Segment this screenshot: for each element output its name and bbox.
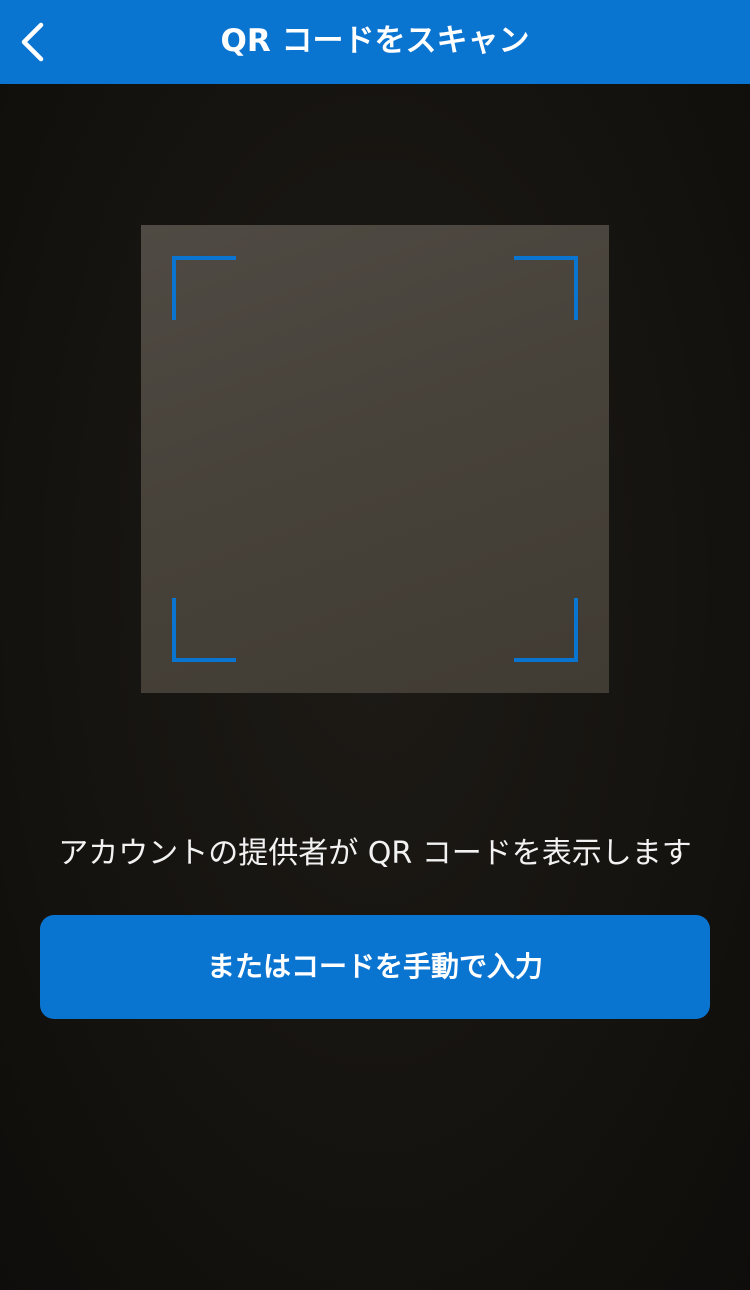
scan-frame-corner-top-left (172, 256, 236, 320)
chevron-left-icon (19, 22, 45, 62)
camera-viewfinder (141, 225, 609, 693)
back-button[interactable] (8, 12, 56, 72)
qr-scan-screen: QR コードをスキャン アカウントの提供者が QR コードを表示します またはコ… (0, 0, 750, 1290)
manual-entry-button[interactable]: またはコードを手動で入力 (40, 915, 710, 1019)
instruction-text: アカウントの提供者が QR コードを表示します (58, 836, 692, 871)
scan-frame-corner-top-right (514, 256, 578, 320)
scan-frame-corner-bottom-left (172, 598, 236, 662)
page-title: QR コードをスキャン (220, 23, 530, 59)
scan-frame-corner-bottom-right (514, 598, 578, 662)
navigation-bar: QR コードをスキャン (0, 0, 750, 84)
